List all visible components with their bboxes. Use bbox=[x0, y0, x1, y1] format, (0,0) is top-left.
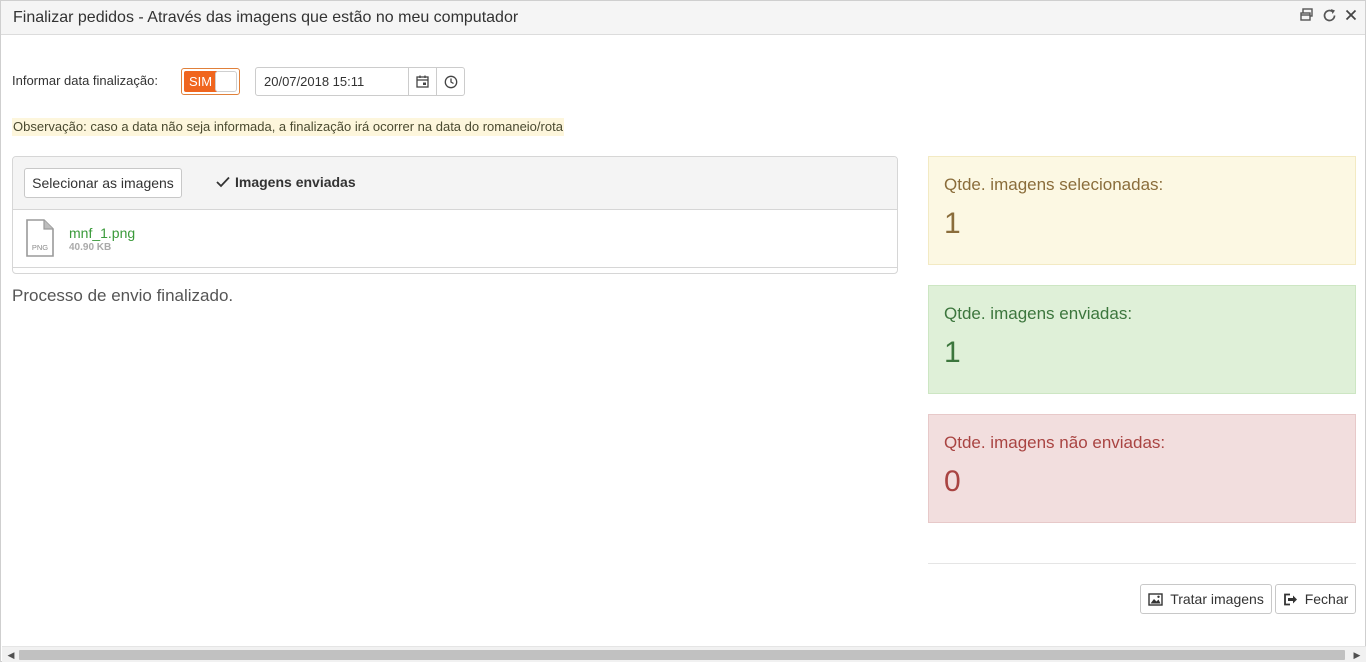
calendar-icon[interactable] bbox=[408, 68, 436, 95]
modal-window: Finalizar pedidos - Através das imagens … bbox=[0, 0, 1366, 662]
sent-images-label: Imagens enviadas bbox=[216, 174, 356, 190]
selected-images-label: Qtde. imagens selecionadas: bbox=[944, 175, 1164, 194]
png-file-icon: PNG bbox=[25, 219, 55, 257]
restore-icon[interactable] bbox=[1299, 8, 1315, 24]
footer-divider bbox=[928, 563, 1356, 564]
window-title: Finalizar pedidos - Através das imagens … bbox=[13, 9, 519, 26]
selected-images-count: 1 bbox=[944, 207, 961, 240]
not-sent-images-label: Qtde. imagens não enviadas: bbox=[944, 433, 1166, 452]
refresh-icon[interactable] bbox=[1321, 8, 1337, 24]
image-icon bbox=[1148, 592, 1163, 606]
title-bar: Finalizar pedidos - Através das imagens … bbox=[1, 1, 1365, 35]
upload-panel: Selecionar as imagens Imagens enviadas P… bbox=[12, 156, 898, 274]
inform-date-toggle[interactable]: SIM bbox=[181, 68, 240, 95]
file-name-link[interactable]: mnf_1.png bbox=[69, 225, 135, 241]
treat-images-button[interactable]: Tratar imagens bbox=[1140, 584, 1272, 614]
observation-note: Observação: caso a data não seja informa… bbox=[12, 118, 564, 136]
select-images-button[interactable]: Selecionar as imagens bbox=[24, 168, 182, 198]
scroll-right-icon[interactable]: ▶ bbox=[1351, 649, 1363, 661]
horizontal-scrollbar[interactable]: ◀ ▶ bbox=[2, 646, 1366, 662]
close-button-label: Fechar bbox=[1304, 591, 1349, 607]
date-label: Informar data finalização: bbox=[12, 73, 158, 88]
not-sent-images-stat: Qtde. imagens não enviadas: 0 bbox=[928, 414, 1356, 523]
scrollbar-thumb[interactable] bbox=[19, 650, 1345, 660]
sent-images-count: 1 bbox=[944, 336, 961, 369]
sent-images-stat-label: Qtde. imagens enviadas: bbox=[944, 304, 1133, 323]
date-picker bbox=[255, 67, 465, 96]
sign-out-icon bbox=[1283, 593, 1297, 605]
date-input[interactable] bbox=[256, 68, 408, 95]
svg-text:PNG: PNG bbox=[32, 243, 48, 252]
check-icon bbox=[216, 176, 230, 188]
treat-images-label: Tratar imagens bbox=[1170, 591, 1264, 607]
sent-images-text: Imagens enviadas bbox=[235, 174, 356, 190]
clock-icon[interactable] bbox=[436, 68, 464, 95]
selected-images-stat: Qtde. imagens selecionadas: 1 bbox=[928, 156, 1356, 265]
upload-header: Selecionar as imagens Imagens enviadas bbox=[13, 157, 897, 210]
file-list-item: PNG mnf_1.png 40.90 KB bbox=[13, 211, 897, 268]
not-sent-images-count: 0 bbox=[944, 465, 961, 498]
scroll-left-icon[interactable]: ◀ bbox=[5, 649, 17, 661]
close-button[interactable]: Fechar bbox=[1275, 584, 1356, 614]
sent-images-stat: Qtde. imagens enviadas: 1 bbox=[928, 285, 1356, 394]
close-icon[interactable] bbox=[1343, 8, 1359, 24]
process-status-message: Processo de envio finalizado. bbox=[12, 286, 234, 305]
file-size: 40.90 KB bbox=[69, 242, 112, 253]
toggle-knob[interactable] bbox=[215, 71, 237, 92]
toggle-on-label: SIM bbox=[184, 71, 217, 92]
